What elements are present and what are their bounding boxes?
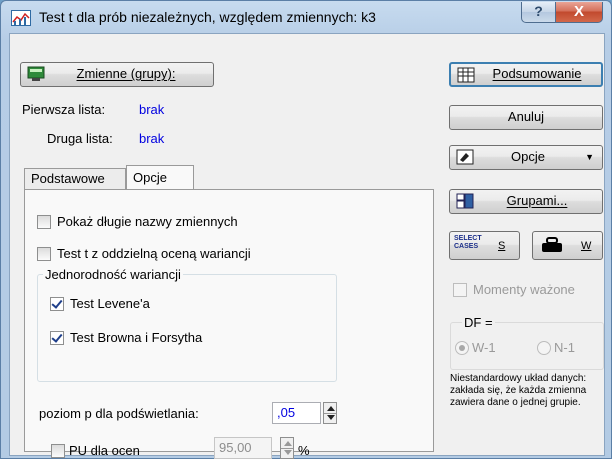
long-names-checkbox[interactable] [37,215,51,229]
first-list-value: brak [139,102,165,117]
long-names-label: Pokaż długie nazwy zmiennych [57,214,238,229]
spin-down-icon [327,415,335,420]
brown-forsythe-checkbox[interactable] [50,331,64,345]
select-cases-key: S [498,240,506,252]
separate-variance-checkbox[interactable] [37,247,51,261]
spin-up-icon [327,406,335,411]
by-groups-icon [456,193,474,209]
data-layout-note: Niestandardowy układ danych: zakłada się… [450,373,587,408]
ci-unit: % [298,443,310,458]
help-icon: ? [534,3,543,19]
df-n1-label: N-1 [554,340,575,355]
weights-button[interactable]: W [532,231,603,260]
options-button[interactable]: Opcje ▼ [449,145,603,170]
weighted-moments-checkbox[interactable] [453,283,467,297]
ci-checkbox[interactable] [51,444,65,458]
window-title: Test t dla prób niezależnych, względem z… [39,9,376,25]
chart-app-icon [11,10,31,26]
tab-podstawowe[interactable]: Podstawowe [24,168,126,189]
cancel-button-label: Anuluj [507,109,545,124]
tab-opcje[interactable]: Opcje [126,165,194,189]
variables-button-label: Zmienne (grupy): [76,66,176,81]
df-n1-radio[interactable] [537,341,551,355]
first-list-label: Pierwsza lista: [22,102,106,117]
by-groups-button-label: Grupami... [506,193,568,208]
spin-down-icon [284,450,292,455]
summary-button[interactable]: Podsumowanie [449,62,603,87]
separate-variance-label: Test t z oddzielną oceną wariancji [57,246,251,261]
ci-label: PU dla ocen [69,443,140,458]
levene-checkbox[interactable] [50,297,64,311]
ci-input[interactable]: 95,00 [214,437,272,459]
select-cases-line1: SELECT [454,235,482,242]
df-w1-label: W-1 [472,340,496,355]
options-button-label: Opcje [511,149,545,164]
variables-icon [27,66,45,81]
select-cases-button[interactable]: SELECT CASES S [449,231,520,260]
options-hand-icon [456,149,474,165]
weights-key: W [581,240,592,252]
p-highlight-label: poziom p dla podświetlania: [39,406,199,421]
p-highlight-input[interactable]: ,05 [272,402,321,424]
options-tab-panel: Pokaż długie nazwy zmiennych Test t z od… [24,189,434,459]
second-list-label: Druga lista: [47,131,113,146]
p-highlight-spinner[interactable] [323,402,337,424]
dialog-client: Zmienne (grupy): Pierwsza lista: brak Dr… [9,33,605,459]
homogeneity-group [37,274,337,382]
spin-up-icon [284,441,292,446]
summary-table-icon [457,67,475,83]
brown-forsythe-label: Test Browna i Forsytha [70,330,203,345]
summary-button-label: Podsumowanie [492,66,582,81]
homogeneity-group-label: Jednorodność wariancji [43,267,183,282]
df-w1-radio[interactable] [455,341,469,355]
by-groups-button[interactable]: Grupami... [449,189,603,214]
second-list-value: brak [139,131,165,146]
weighted-moments-label: Momenty ważone [473,282,575,297]
dropdown-arrow-icon: ▼ [585,152,594,162]
weight-icon [542,237,562,252]
title-bar[interactable]: Test t dla prób niezależnych, względem z… [1,1,611,33]
variables-button[interactable]: Zmienne (grupy): [20,62,214,87]
levene-label: Test Levene'a [70,296,150,311]
help-button[interactable]: ? [521,2,556,23]
ci-spinner[interactable] [280,437,294,459]
df-label: DF = [462,315,495,330]
close-icon: X [573,3,584,20]
cancel-button[interactable]: Anuluj [449,105,603,130]
select-cases-line2: CASES [454,243,479,250]
close-button[interactable]: X [555,2,603,23]
dialog-window: Test t dla prób niezależnych, względem z… [0,0,612,459]
select-cases-icon: SELECT CASES [454,235,482,251]
